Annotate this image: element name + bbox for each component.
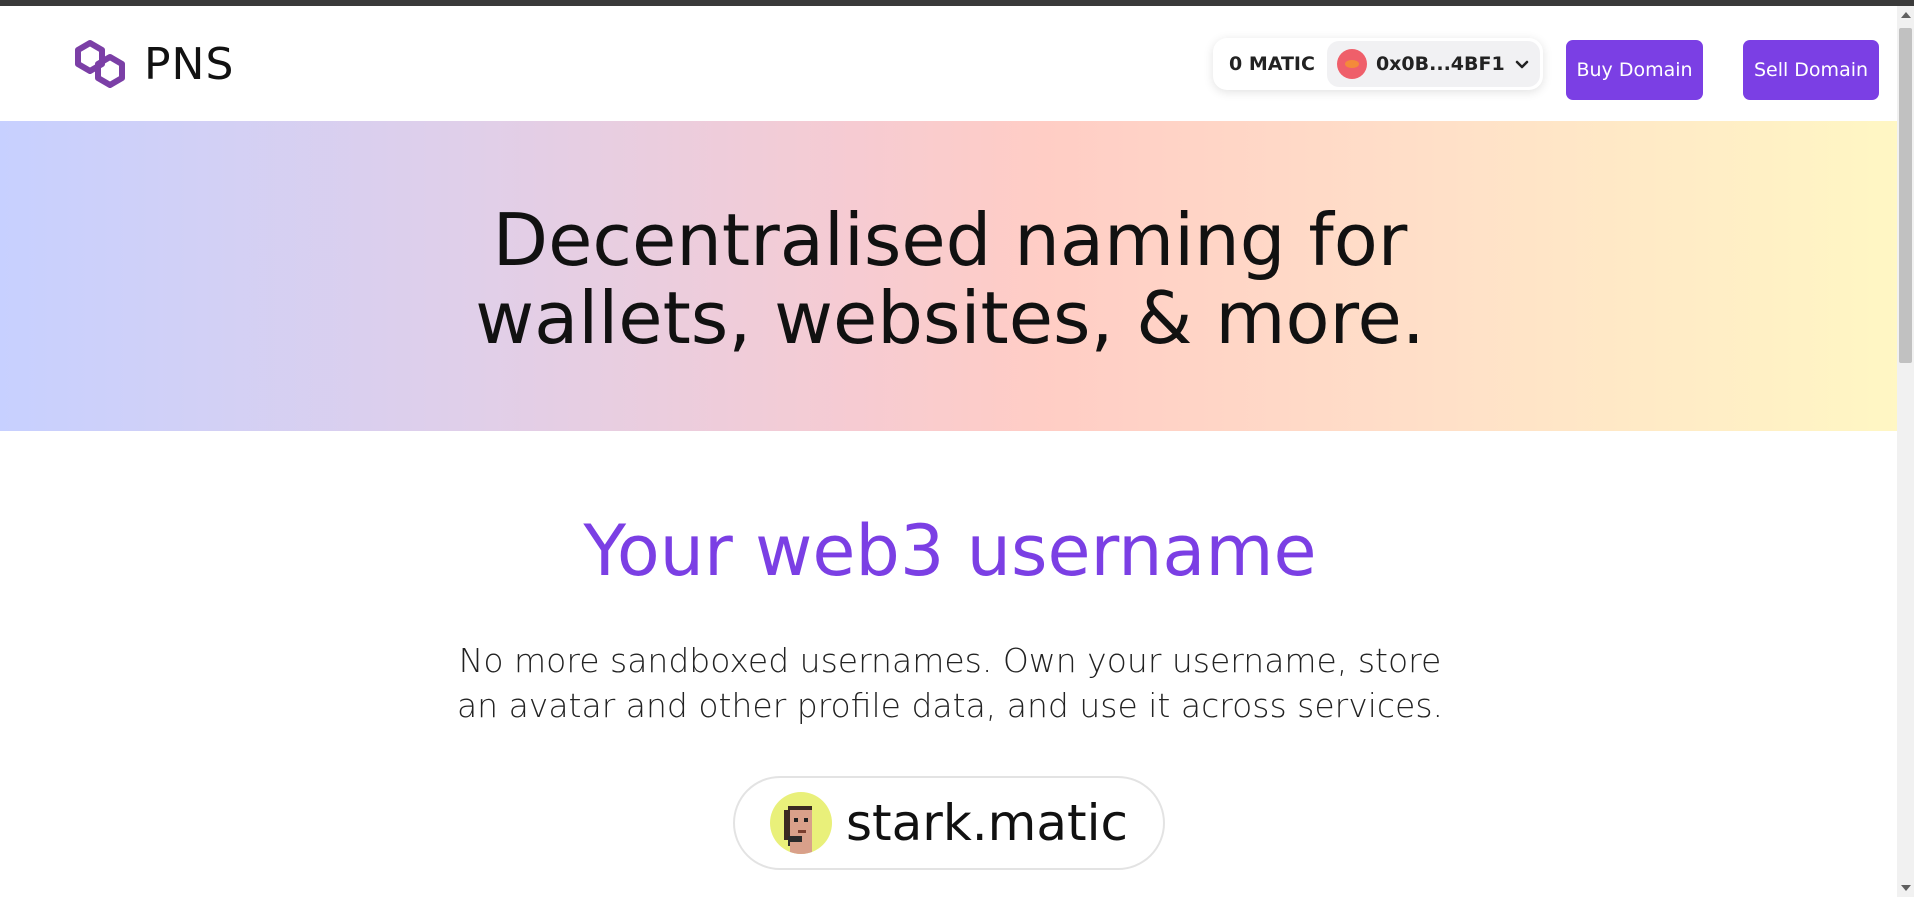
section-description-line-2: an avatar and other profile data, and us… — [456, 686, 1444, 725]
example-username-pill: stark.matic — [733, 776, 1165, 870]
buy-domain-button[interactable]: Buy Domain — [1566, 40, 1703, 100]
hero-banner: Decentralised naming for wallets, websit… — [0, 121, 1900, 431]
example-username: stark.matic — [845, 794, 1129, 852]
polygon-logo-icon — [75, 40, 125, 88]
account-address: 0x0B...4BF1 — [1375, 53, 1505, 75]
page-scrollbar[interactable] — [1897, 6, 1914, 897]
scroll-down-icon[interactable] — [1901, 885, 1911, 891]
section-description: No more sandboxed usernames. Own your us… — [0, 638, 1900, 728]
hero-title-line-2: wallets, websites, & more. — [475, 276, 1425, 360]
chevron-down-icon — [1515, 60, 1528, 69]
wallet-widget[interactable]: 0 MATIC 0x0B...4BF1 — [1213, 38, 1543, 90]
logo[interactable]: PNS — [70, 36, 234, 92]
section-title: Your web3 username — [583, 510, 1317, 592]
logo-text: PNS — [144, 38, 235, 90]
pixel-avatar-icon — [769, 792, 832, 854]
wallet-balance: 0 MATIC — [1229, 53, 1315, 75]
section-description-line-1: No more sandboxed usernames. Own your us… — [458, 641, 1442, 680]
hero-title-line-1: Decentralised naming for — [492, 198, 1408, 282]
sell-domain-button[interactable]: Sell Domain — [1743, 40, 1879, 100]
account-button[interactable]: 0x0B...4BF1 — [1326, 41, 1540, 87]
hero-title: Decentralised naming for wallets, websit… — [0, 201, 1900, 357]
account-avatar-icon — [1336, 49, 1367, 79]
scroll-thumb[interactable] — [1899, 28, 1912, 363]
scroll-up-icon[interactable] — [1901, 12, 1911, 18]
site-header: PNS 0 MATIC 0x0B...4BF1 Buy Domain Sell … — [0, 6, 1897, 121]
